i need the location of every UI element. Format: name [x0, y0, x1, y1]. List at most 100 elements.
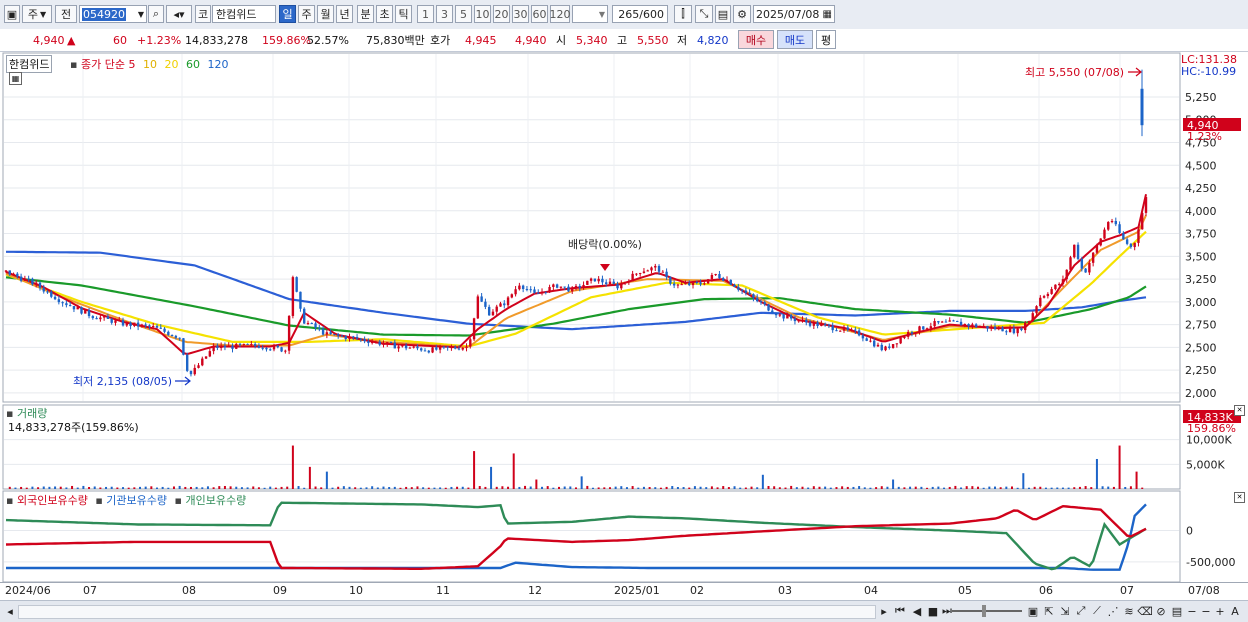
interval-5[interactable]: 5: [455, 5, 472, 23]
bid-price: 4,940: [515, 33, 547, 47]
volume-bar: [484, 486, 487, 489]
zoom-in-icon[interactable]: +: [1214, 604, 1226, 618]
volume-bar: [603, 487, 606, 489]
cursor-icon[interactable]: ⇱: [1042, 604, 1056, 618]
quote-bar: 4,940 ▲ 60 +1.23% 14,833,278 159.86% 52.…: [0, 29, 1248, 52]
volume-bar: [682, 487, 685, 489]
candle-body: [1020, 328, 1023, 331]
holdings-legend[interactable]: ▪ 외국인보유수량 ▪ 기관보유수량 ▪ 개인보유수량: [6, 492, 246, 508]
candle-type-icon[interactable]: ⫿: [674, 5, 692, 23]
ma-legend-10: 10: [142, 58, 157, 71]
volume-bar: [994, 486, 997, 489]
trend-tool-icon[interactable]: ⟋: [1090, 604, 1104, 618]
volume-bar: [490, 466, 493, 489]
search-icon[interactable]: ⌕: [148, 5, 164, 23]
stock-code-input[interactable]: 054920 ▼: [79, 5, 147, 23]
play-back-icon[interactable]: ◀: [910, 604, 924, 618]
interval-3[interactable]: 3: [436, 5, 453, 23]
period-year[interactable]: 년: [336, 5, 353, 23]
gear-icon[interactable]: ⚙: [733, 5, 751, 23]
crosshair-icon[interactable]: ⇲: [1058, 604, 1072, 618]
candle-body: [835, 330, 838, 332]
interval-custom-select[interactable]: ▼: [572, 5, 608, 23]
zoom-out-icon[interactable]: −: [1200, 604, 1212, 618]
speaker-icon[interactable]: ◂▾: [166, 5, 192, 23]
ma-legend-5: 5: [128, 58, 136, 71]
candle-body: [533, 289, 536, 293]
avg-button[interactable]: 평: [816, 30, 836, 49]
candle-body: [491, 311, 495, 316]
interval-60[interactable]: 60: [531, 5, 548, 23]
open-price: 5,340: [576, 33, 608, 47]
candle-body: [382, 343, 385, 345]
candle-body: [873, 340, 876, 347]
candle-body: [310, 322, 313, 324]
period-minute[interactable]: 분: [357, 5, 374, 23]
rewind-icon[interactable]: ⏮: [892, 604, 908, 618]
candle-body: [159, 327, 162, 329]
ma-legend[interactable]: ▪ 종가 단순 5 10 20 60 120: [70, 56, 228, 72]
auto-scale-button[interactable]: A: [1228, 604, 1242, 618]
minus-icon[interactable]: −: [1186, 604, 1198, 618]
period-tick[interactable]: 틱: [395, 5, 412, 23]
x-label: 12: [528, 584, 542, 597]
chevron-down-icon[interactable]: ▼: [138, 10, 146, 19]
channel-tool-icon[interactable]: ⋰: [1106, 604, 1120, 618]
volume-bar: [852, 486, 855, 489]
draw-line-icon[interactable]: ⤡: [695, 5, 713, 23]
period-day[interactable]: 일: [279, 5, 296, 23]
close-icon[interactable]: ✕: [1234, 492, 1245, 503]
period-second[interactable]: 초: [376, 5, 393, 23]
calendar-icon[interactable]: ▦: [823, 9, 834, 20]
link-icon[interactable]: ⊘: [1154, 604, 1168, 618]
candle-body: [733, 284, 736, 288]
holdings-axis: 0 -500,000: [1186, 525, 1235, 569]
stop-icon[interactable]: ■: [926, 604, 940, 618]
volume-bar: [348, 486, 351, 489]
volume-bar: [116, 487, 119, 489]
interval-1[interactable]: 1: [417, 5, 434, 23]
volume-bar: [399, 487, 402, 489]
zoom-slider-handle[interactable]: [982, 605, 986, 617]
volume-bar: [586, 485, 589, 489]
period-month[interactable]: 월: [317, 5, 334, 23]
sell-button[interactable]: 매도: [777, 30, 813, 49]
chart-area[interactable]: 2,000 2,250 2,500 2,750 3,000 3,250 3,500 3,750…: [0, 52, 1248, 600]
scroll-right-icon[interactable]: ▸: [878, 604, 890, 618]
stock-name-field[interactable]: 한컴위드: [212, 5, 276, 23]
eraser-icon[interactable]: ⌫: [1137, 604, 1153, 618]
volume-bar: [1084, 486, 1087, 489]
candle-body: [1005, 331, 1008, 333]
interval-30[interactable]: 30: [512, 5, 529, 23]
volume-bar: [467, 487, 470, 489]
volume-bar: [167, 487, 170, 489]
save-icon[interactable]: ▤: [715, 5, 731, 23]
table-icon[interactable]: ▦: [9, 72, 22, 85]
interval-120[interactable]: 120: [550, 5, 571, 23]
candle-body: [620, 283, 623, 289]
prev-button[interactable]: 전: [55, 5, 77, 23]
camera-icon[interactable]: ▣: [1026, 604, 1040, 618]
count-input[interactable]: 265/600: [612, 5, 668, 23]
print-icon[interactable]: ▤: [1170, 604, 1184, 618]
volume-axis: 5,000K 10,000K: [1186, 434, 1232, 472]
stock-chart[interactable]: 2,000 2,250 2,500 2,750 3,000 3,250 3,500 3,750…: [0, 52, 1248, 600]
x-label: 2024/06: [5, 584, 51, 597]
candle-body: [42, 287, 45, 292]
window-icon[interactable]: ▣: [4, 5, 20, 23]
close-icon[interactable]: ✕: [1234, 405, 1245, 416]
period-week[interactable]: 주: [298, 5, 315, 23]
interval-20[interactable]: 20: [493, 5, 510, 23]
interval-10[interactable]: 10: [474, 5, 491, 23]
scrollbar-track[interactable]: [18, 605, 876, 619]
zoom-slider[interactable]: [952, 610, 1022, 612]
candle-body: [204, 356, 208, 359]
buy-button[interactable]: 매수: [738, 30, 774, 49]
fibo-tool-icon[interactable]: ≋: [1122, 604, 1136, 618]
stock-name-tag[interactable]: 한컴위드: [6, 55, 53, 73]
ma-legend-title: 종가 단순: [80, 58, 125, 71]
scroll-left-icon[interactable]: ◂: [4, 604, 16, 618]
date-input[interactable]: 2025/07/08 ▦: [753, 5, 835, 23]
line-tool-icon[interactable]: ⤢: [1074, 604, 1088, 618]
market-kind-select[interactable]: 주 ▼: [22, 5, 52, 23]
